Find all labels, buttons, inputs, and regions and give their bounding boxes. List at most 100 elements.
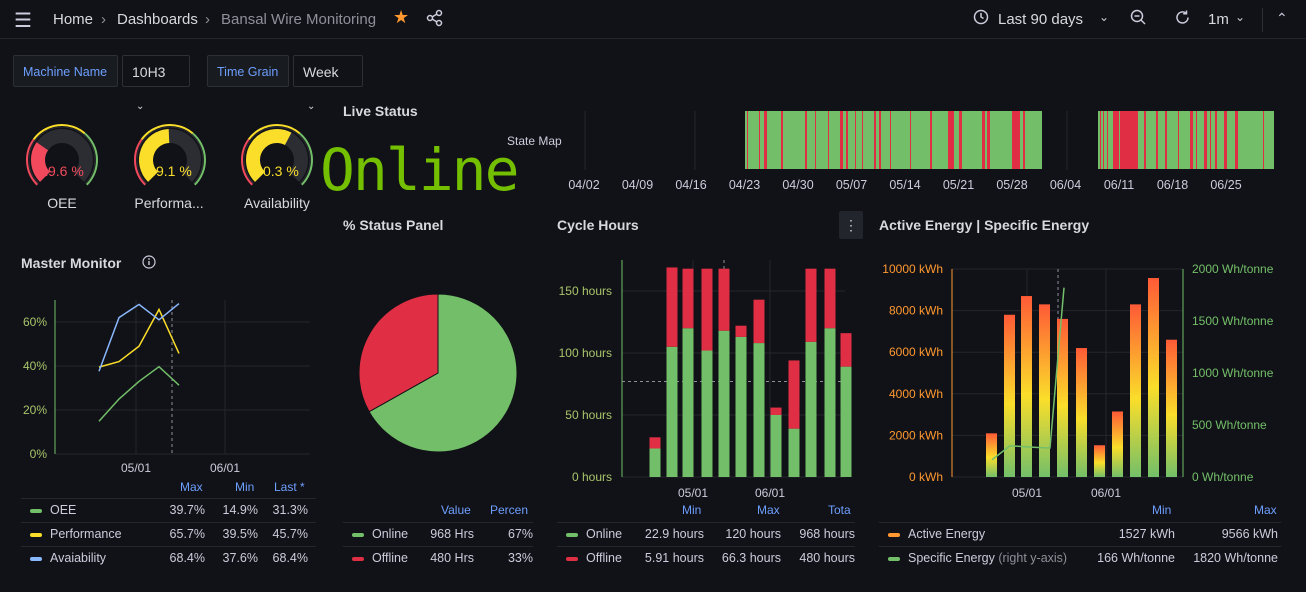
state-date-tick: 06/18 [1157, 178, 1188, 192]
bar-active-energy [1130, 304, 1141, 477]
legend-divider [21, 546, 316, 547]
chevron-down-icon[interactable]: ⌄ [1235, 10, 1245, 24]
legend-value-max: 120 hours [725, 527, 781, 541]
legend-label: OEE [50, 503, 77, 517]
legend-header-value[interactable]: Value [441, 503, 471, 517]
breadcrumb-home[interactable]: Home [53, 11, 93, 28]
bar-online [649, 448, 661, 477]
state-offline [1103, 111, 1104, 169]
legend-item[interactable]: Offline [566, 551, 622, 565]
y-left-tick-label: 8000 kWh [889, 304, 943, 318]
state-date-tick: 06/25 [1210, 178, 1241, 192]
state-date-tick: 04/09 [622, 178, 653, 192]
time-grain-select[interactable]: Week ⌄ [293, 55, 363, 112]
gauge-value: 49.1 % [148, 163, 192, 179]
state-offline [1113, 111, 1116, 169]
state-offline [1100, 111, 1101, 169]
legend-header-max[interactable]: Max [180, 480, 203, 494]
bar-offline [788, 360, 800, 429]
state-offline [1210, 111, 1211, 169]
state-offline [1215, 111, 1217, 169]
state-offline [1135, 111, 1138, 169]
legend-swatch [888, 532, 900, 537]
state-offline [862, 111, 863, 169]
menu-icon[interactable]: ☰ [14, 8, 32, 33]
state-offline [781, 111, 783, 169]
legend-value: 968 Hrs [430, 527, 474, 541]
state-date-tick: 04/16 [675, 178, 706, 192]
state-offline [1116, 111, 1119, 169]
legend-header-total[interactable]: Tota [828, 503, 854, 517]
legend-item[interactable]: OEE [30, 503, 76, 517]
legend-value-max: 9566 kWh [1221, 527, 1278, 541]
bar-offline [666, 267, 678, 347]
state-offline [1196, 111, 1197, 169]
legend-item[interactable]: Avaiability [30, 551, 106, 565]
legend-header-min[interactable]: Min [235, 480, 254, 494]
state-offline [1263, 111, 1264, 169]
time-grain-select-value: Week [303, 64, 339, 80]
gauge-value: 29.6 % [40, 163, 84, 179]
legend-item[interactable]: Online [352, 527, 408, 541]
refresh-interval-picker[interactable]: 1m [1208, 11, 1229, 28]
legend-divider [21, 498, 316, 499]
legend-header-max[interactable]: Max [1254, 503, 1277, 517]
state-date-tick: 05/07 [836, 178, 867, 192]
legend-item[interactable]: Active Energy [888, 527, 985, 541]
info-icon[interactable] [142, 255, 156, 272]
state-offline [910, 111, 911, 169]
zoom-out-icon[interactable] [1130, 9, 1147, 31]
panel-title-live-status: Live Status [343, 103, 418, 119]
bar-online [735, 336, 747, 477]
bar-offline [718, 268, 730, 331]
variable-label-machine: Machine Name [13, 55, 118, 87]
panel-title-energy: Active Energy | Specific Energy [879, 217, 1090, 233]
state-offline [805, 111, 807, 169]
bar-active-energy [1166, 339, 1177, 477]
y-tick-label: 0% [30, 447, 48, 461]
legend-divider [879, 546, 1281, 547]
legend-value-max: 65.7% [169, 527, 205, 541]
live-status-value: Online [320, 136, 520, 204]
bar-offline [753, 299, 765, 344]
time-range-picker[interactable]: Last 90 days [998, 11, 1083, 28]
y-tick-label: 60% [23, 315, 47, 329]
breadcrumb-dashboards[interactable]: Dashboards [117, 11, 198, 28]
bar-offline [735, 325, 747, 337]
legend-header-max[interactable]: Max [757, 503, 780, 517]
y-tick-label: 40% [23, 359, 47, 373]
chevron-up-icon[interactable]: ⌃ [1276, 10, 1288, 27]
machine-select[interactable]: 10H3 ⌄ [122, 55, 190, 112]
state-offline [959, 111, 962, 169]
refresh-icon[interactable] [1174, 9, 1191, 31]
chevron-down-icon[interactable]: ⌄ [1099, 10, 1109, 24]
state-offline [948, 111, 951, 169]
star-icon[interactable]: ★ [393, 7, 409, 28]
legend-header-min[interactable]: Min [1152, 503, 1171, 517]
divider [1262, 8, 1263, 32]
panel-title-cycle-hours: Cycle Hours [557, 217, 639, 233]
state-offline [828, 111, 829, 169]
state-offline [846, 111, 848, 169]
state-date-tick: 06/11 [1104, 178, 1134, 192]
legend-item[interactable]: Specific Energy (right y-axis) [888, 551, 1067, 565]
share-icon[interactable] [426, 9, 444, 32]
legend-value-min: 37.6% [222, 551, 258, 565]
legend-item[interactable]: Online [566, 527, 622, 541]
legend-swatch [888, 556, 900, 561]
state-offline [930, 111, 932, 169]
bar-offline [824, 268, 836, 329]
panel-menu-icon[interactable]: ⋮ [839, 211, 863, 239]
state-offline [982, 111, 985, 169]
energy-chart: 10000 kWh 8000 kWh 6000 kWh 4000 kWh 2000 kW… [882, 262, 1273, 500]
y-right-tick-label: 0 Wh/tonne [1192, 470, 1254, 484]
legend-header-last[interactable]: Last * [274, 480, 305, 494]
legend-header-percent[interactable]: Percen [490, 503, 533, 517]
bar-online [666, 346, 678, 477]
legend-item[interactable]: Performance [30, 527, 122, 541]
y-left-tick-label: 2000 kWh [889, 428, 943, 442]
legend-label: Avaiability [50, 551, 107, 565]
legend-item[interactable]: Offline [352, 551, 408, 565]
legend-percent: 67% [507, 527, 533, 541]
legend-header-min[interactable]: Min [682, 503, 701, 517]
